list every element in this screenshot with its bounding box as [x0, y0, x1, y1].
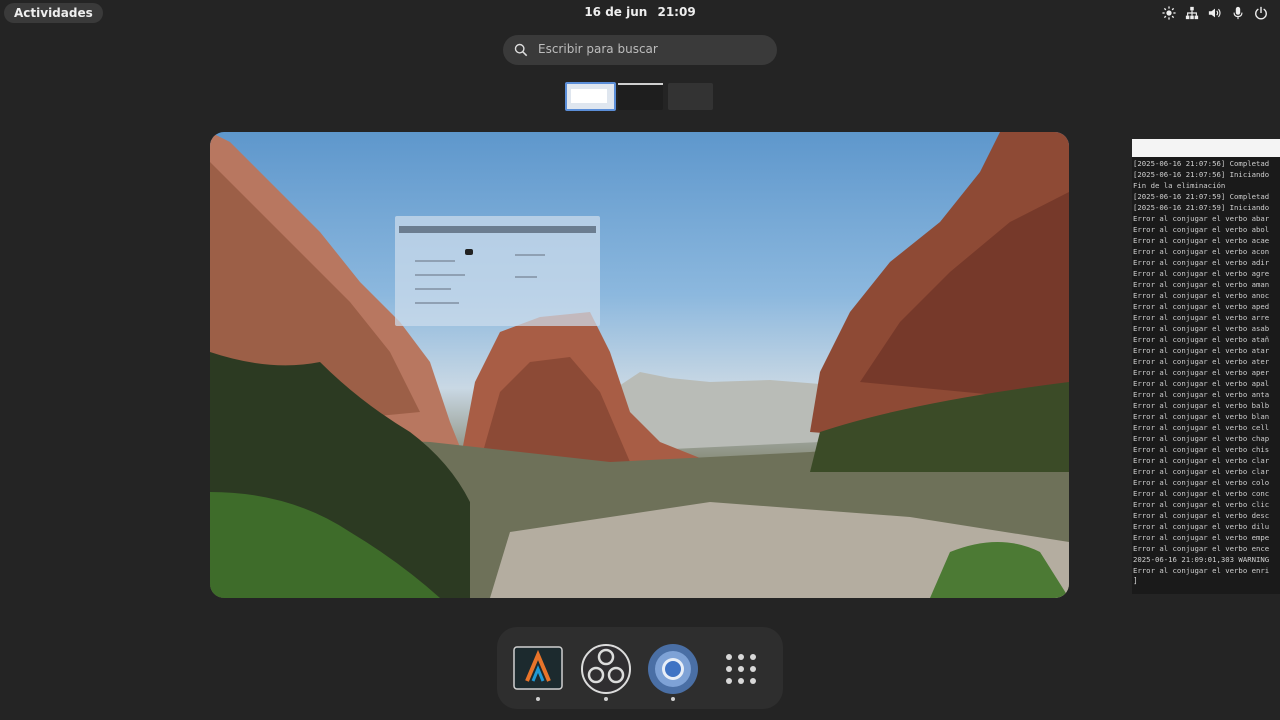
network-icon[interactable] [1184, 5, 1199, 20]
terminal-line: Error al conjugar el verbo adir [1133, 258, 1270, 267]
terminal-line: Error al conjugar el verbo atar [1133, 346, 1270, 355]
terminal-line: Error al conjugar el verbo ater [1133, 357, 1270, 366]
clock[interactable]: 16 de jun 21:09 [0, 5, 1280, 19]
running-indicator [604, 697, 608, 701]
terminal-line: Error al conjugar el verbo agre [1133, 269, 1270, 278]
terminal-line: Error al conjugar el verbo apal [1133, 379, 1270, 388]
terminal-line: Error al conjugar el verbo clic [1133, 500, 1270, 509]
terminal-line: [2025-06-16 21:07:56] Completad [1133, 159, 1270, 168]
window-preview[interactable] [395, 216, 600, 326]
search-placeholder: Escribir para buscar [538, 42, 658, 56]
terminal-line: Error al conjugar el verbo chis [1133, 445, 1270, 454]
dock-app-chromium[interactable] [647, 643, 699, 701]
terminal-line: Error al conjugar el verbo chap [1133, 434, 1270, 443]
terminal-header [1132, 139, 1280, 157]
terminal-line: Error al conjugar el verbo anoc [1133, 291, 1270, 300]
dock-app-arduino-ide[interactable] [512, 643, 564, 701]
app-grid-icon [726, 654, 756, 684]
terminal-line: [2025-06-16 21:07:59] Iniciando [1133, 203, 1270, 212]
window-preview-content-icon [465, 249, 473, 255]
search-icon [514, 43, 528, 57]
chromium-icon [648, 644, 698, 694]
terminal-line: Error al conjugar el verbo balb [1133, 401, 1270, 410]
top-bar: Actividades 16 de jun 21:09 [0, 0, 1280, 26]
workspace-thumbnail-3[interactable] [668, 83, 713, 110]
brightness-icon[interactable] [1161, 5, 1176, 20]
terminal-line: Error al conjugar el verbo empe [1133, 533, 1270, 542]
terminal-line: Error al conjugar el verbo cell [1133, 423, 1270, 432]
terminal-line: Error al conjugar el verbo asab [1133, 324, 1270, 333]
terminal-line: 2025-06-16 21:09:01,303 WARNING [1133, 555, 1270, 564]
terminal-line: Error al conjugar el verbo aped [1133, 302, 1270, 311]
terminal-line: Error al conjugar el verbo atañ [1133, 335, 1270, 344]
terminal-line: Error al conjugar el verbo colo [1133, 478, 1270, 487]
terminal-line: Error al conjugar el verbo aman [1133, 280, 1270, 289]
volume-icon[interactable] [1207, 5, 1222, 20]
wallpaper [210, 132, 1069, 598]
active-workspace[interactable] [210, 132, 1069, 598]
running-indicator [671, 697, 675, 701]
terminal-line: Error al conjugar el verbo acae [1133, 236, 1270, 245]
terminal-line: Error al conjugar el verbo aper [1133, 368, 1270, 377]
terminal-line: Error al conjugar el verbo ence [1133, 544, 1270, 553]
terminal-line: Error al conjugar el verbo abar [1133, 214, 1270, 223]
obs-studio-icon [581, 644, 631, 694]
workspace-thumbnail-2[interactable] [618, 83, 663, 110]
terminal-line: Error al conjugar el verbo conc [1133, 489, 1270, 498]
terminal-cursor: ] [1133, 576, 1138, 585]
microphone-icon[interactable] [1230, 5, 1245, 20]
system-tray[interactable] [1161, 5, 1268, 21]
dash [497, 627, 783, 709]
running-indicator [536, 697, 540, 701]
terminal-line: Error al conjugar el verbo clar [1133, 467, 1270, 476]
terminal-line: Error al conjugar el verbo enri [1133, 566, 1270, 575]
search-field[interactable]: Escribir para buscar [503, 35, 777, 65]
terminal-line: Error al conjugar el verbo desc [1133, 511, 1270, 520]
clock-date: 16 de jun [584, 5, 648, 19]
terminal-line: Fin de la eliminación [1133, 181, 1226, 190]
terminal-output: [2025-06-16 21:07:56] Completad [2025-06-… [1132, 157, 1280, 576]
workspace-thumbnail-1[interactable] [565, 82, 616, 111]
clock-time: 21:09 [657, 5, 696, 19]
show-apps-button[interactable] [715, 643, 767, 695]
power-icon[interactable] [1253, 5, 1268, 20]
window-preview-titlebar [399, 226, 596, 233]
terminal-line: Error al conjugar el verbo blan [1133, 412, 1270, 421]
terminal-line: Error al conjugar el verbo anta [1133, 390, 1270, 399]
terminal-line: Error al conjugar el verbo dilu [1133, 522, 1270, 531]
terminal-line: Error al conjugar el verbo clar [1133, 456, 1270, 465]
terminal-line: [2025-06-16 21:07:59] Completad [1133, 192, 1270, 201]
terminal-window-preview[interactable]: [2025-06-16 21:07:56] Completad [2025-06-… [1132, 139, 1280, 594]
arduino-ide-icon [513, 646, 563, 690]
dock-app-obs-studio[interactable] [580, 643, 632, 701]
terminal-line: Error al conjugar el verbo acon [1133, 247, 1270, 256]
terminal-line: Error al conjugar el verbo abol [1133, 225, 1270, 234]
terminal-line: [2025-06-16 21:07:56] Iniciando [1133, 170, 1270, 179]
terminal-line: Error al conjugar el verbo arre [1133, 313, 1270, 322]
